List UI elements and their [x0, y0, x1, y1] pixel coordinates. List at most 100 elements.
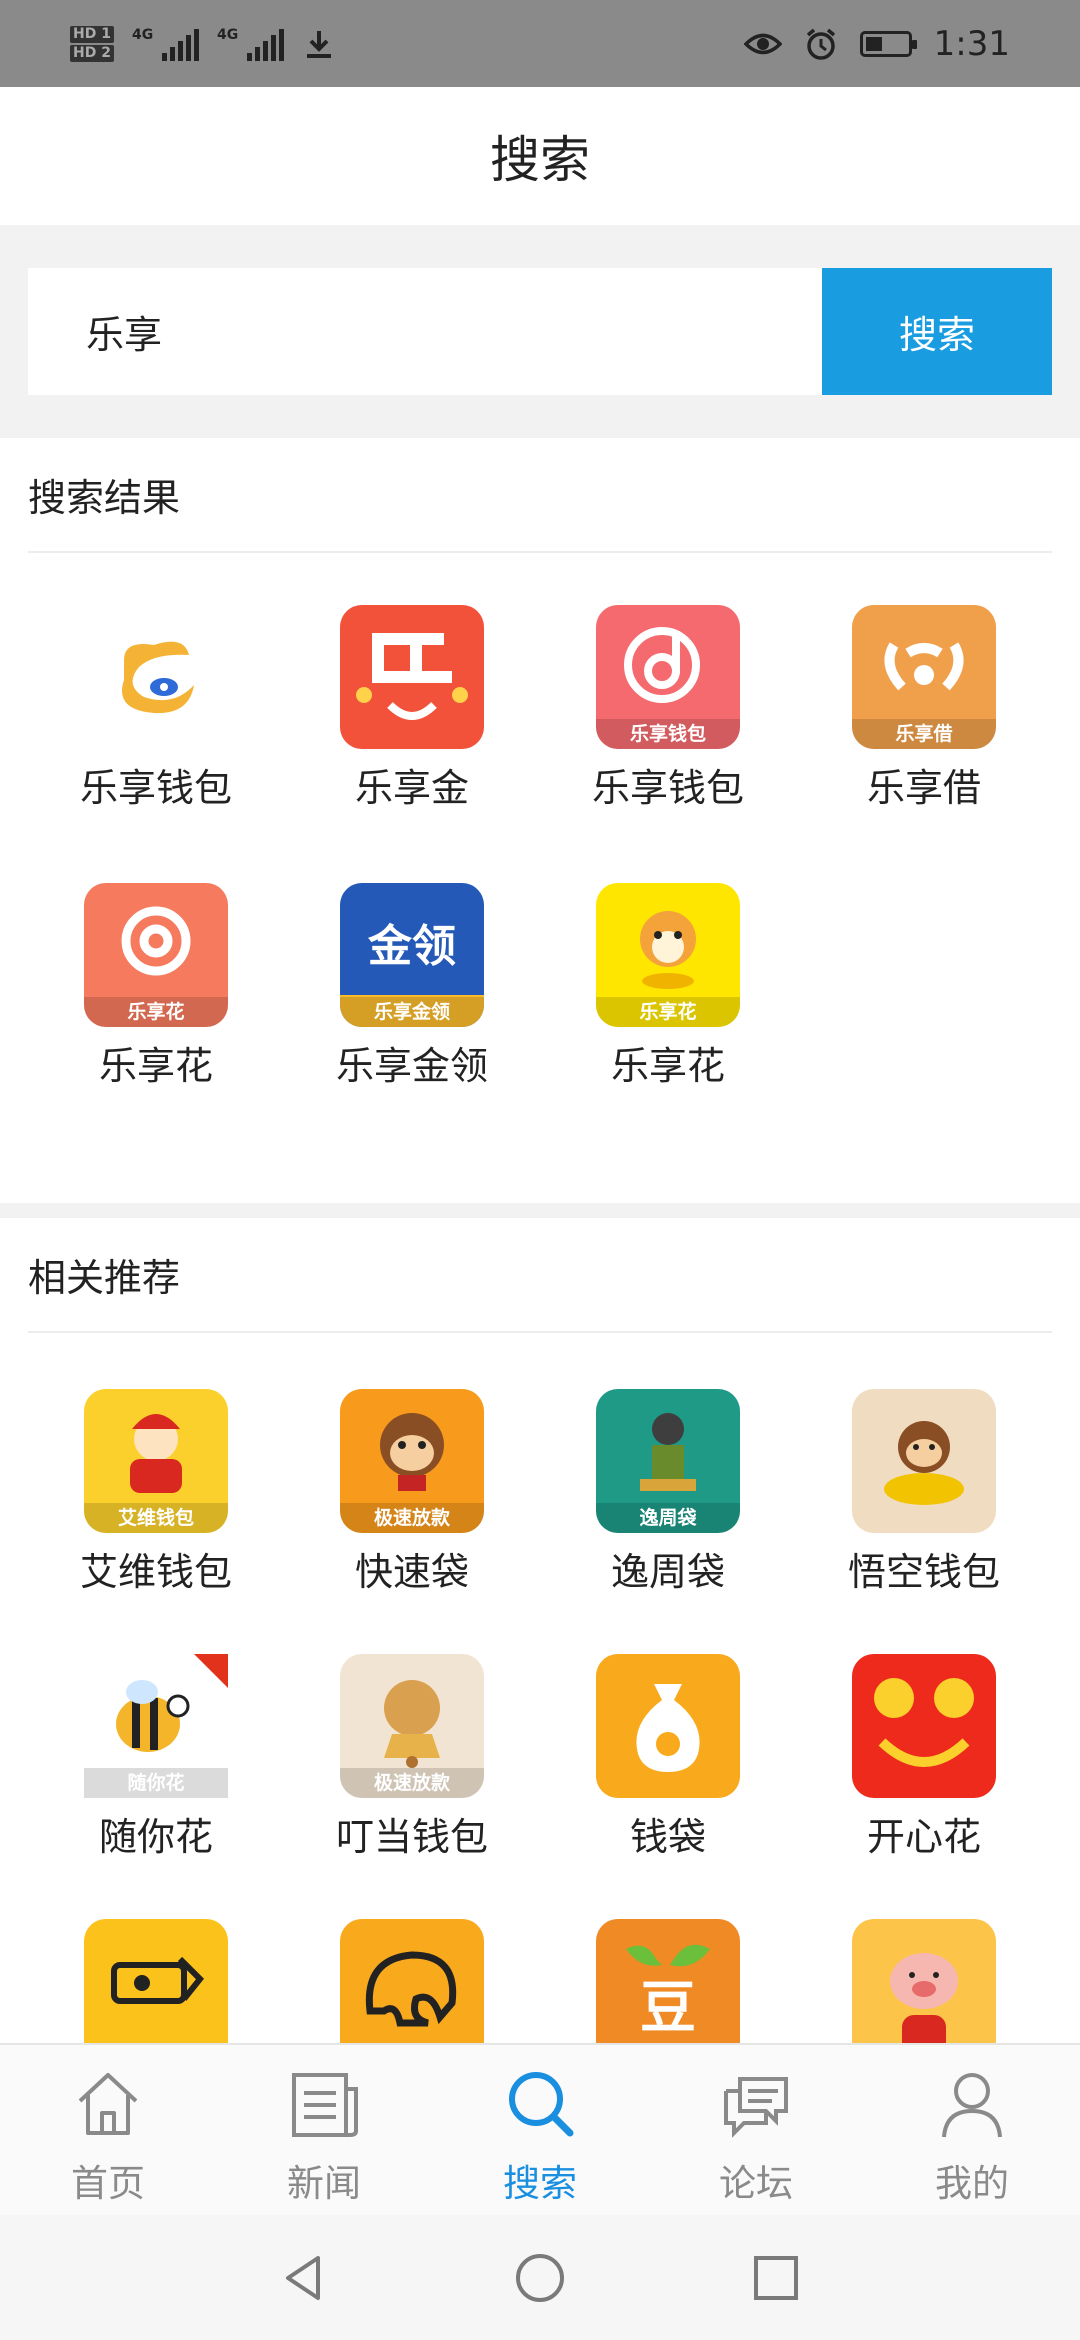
jinling-logo-icon: 金领 乐享金领: [340, 883, 484, 1027]
recommend-app-tile[interactable]: 随你花 随你花: [28, 1654, 284, 1861]
recommend-app-tile[interactable]: 悟空钱包: [796, 1389, 1052, 1596]
recents-nav-icon[interactable]: [748, 2250, 804, 2306]
app-name-label: 随你花: [98, 1815, 213, 1859]
status-bar: HD 1 HD 2 4G 4G 1:31: [0, 0, 1080, 87]
title-bar: 搜索: [0, 87, 1080, 225]
result-app-tile[interactable]: 乐享金: [284, 605, 540, 812]
money-bag-logo-icon: [596, 1654, 740, 1798]
bell-ox-logo-icon: 极速放款: [340, 1654, 484, 1798]
app-name-label: 乐享钱包: [591, 766, 744, 810]
svg-text:豆: 豆: [640, 1976, 696, 2041]
app-name-label: 乐享花: [98, 1044, 213, 1088]
system-nav: [0, 2215, 1080, 2340]
recommend-app-tile[interactable]: 逸周袋 逸周袋: [540, 1389, 796, 1596]
cash-hand-logo-icon: [84, 1919, 228, 2043]
battery-icon: [859, 30, 917, 57]
result-app-tile[interactable]: 乐享花 乐享花: [540, 883, 796, 1090]
music-note-d-logo-icon: 乐享钱包: [596, 605, 740, 749]
search-input[interactable]: 乐享: [28, 268, 822, 395]
recommend-app-tile[interactable]: 开心花: [796, 1654, 1052, 1861]
nav-label: 首页: [71, 2162, 145, 2205]
result-app-tile[interactable]: 乐享钱包: [28, 605, 284, 812]
svg-text:金领: 金领: [367, 921, 456, 972]
page-title: 搜索: [490, 131, 590, 189]
elephant-logo-icon: [340, 1919, 484, 2043]
screen: HD 1 HD 2 4G 4G 1:31 搜索 乐享 搜索 搜索结果 乐享钱包 …: [0, 0, 1080, 2340]
bee-logo-icon: 随你花: [84, 1654, 228, 1798]
recommend-app-tile[interactable]: 极速放款 快速袋: [284, 1389, 540, 1596]
search-results-heading: 搜索结果: [28, 438, 1052, 553]
app-name-label: 乐享金领: [335, 1044, 488, 1088]
nav-item-search[interactable]: 搜索: [432, 2045, 648, 2215]
app-name-label: 乐享钱包: [79, 766, 232, 810]
nav-label: 我的: [935, 2162, 1009, 2205]
recommend-app-tile[interactable]: 豆: [540, 1919, 796, 2043]
recommend-app-tile[interactable]: [284, 1919, 540, 2043]
nav-label: 论坛: [719, 2162, 793, 2205]
net1-label: 4G: [131, 26, 154, 43]
wifi-coin-logo-icon: 乐享借: [852, 605, 996, 749]
nav-item-news[interactable]: 新闻: [216, 2045, 432, 2215]
monkey-king-logo-icon: [852, 1389, 996, 1533]
recommend-app-tile[interactable]: 艾维钱包 艾维钱包: [28, 1389, 284, 1596]
app-name-label: 艾维钱包: [79, 1550, 232, 1594]
shiba-dog-logo-icon: 乐享花: [596, 883, 740, 1027]
monkey-logo-icon: 极速放款: [340, 1389, 484, 1533]
signal-1-icon: 4G: [132, 27, 199, 61]
warrior-logo-icon: 逸周袋: [596, 1389, 740, 1533]
app-name-label: 钱袋: [629, 1815, 706, 1859]
nav-label: 新闻: [287, 2162, 361, 2205]
nav-label: 搜索: [503, 2162, 577, 2205]
app-name-label: 快速袋: [354, 1550, 469, 1594]
icon-badge-text: 极速放款: [340, 1768, 484, 1798]
nav-item-forum[interactable]: 论坛: [648, 2045, 864, 2215]
app-name-label: 乐享花: [610, 1044, 725, 1088]
forum-icon: [716, 2063, 796, 2147]
icon-badge-text: 乐享花: [84, 997, 228, 1027]
signal-2-icon: 4G: [217, 27, 284, 61]
icon-badge-text: 逸周袋: [596, 1503, 740, 1533]
recommend-app-tile[interactable]: 极速放款 叮当钱包: [284, 1654, 540, 1861]
home-nav-icon[interactable]: [512, 2250, 568, 2306]
swirl-coin-logo-icon: [84, 605, 228, 749]
app-name-label: 乐享金: [354, 766, 469, 810]
nav-item-profile[interactable]: 我的: [864, 2045, 1080, 2215]
recommend-heading: 相关推荐: [28, 1218, 1052, 1333]
hd-indicator: HD 1 HD 2: [70, 25, 114, 63]
hd2-label: HD 2: [70, 44, 114, 62]
recommend-app-tile[interactable]: [28, 1919, 284, 2043]
icon-badge-text: 乐享钱包: [596, 719, 740, 749]
bean-sprout-logo-icon: 豆: [596, 1919, 740, 2043]
le-smile-logo-icon: [340, 605, 484, 749]
icon-badge-text: 乐享花: [596, 997, 740, 1027]
recommend-app-tile[interactable]: [796, 1919, 1052, 2043]
back-nav-icon[interactable]: [276, 2250, 332, 2306]
result-app-tile[interactable]: 金领 乐享金领 乐享金领: [284, 883, 540, 1090]
nav-item-home[interactable]: 首页: [0, 2045, 216, 2215]
search-icon: [500, 2063, 580, 2147]
alarm-icon: [806, 28, 835, 60]
pig-logo-icon: [852, 1919, 996, 2043]
profile-icon: [932, 2063, 1012, 2147]
net2-label: 4G: [216, 26, 239, 43]
result-app-tile[interactable]: 乐享花 乐享花: [28, 883, 284, 1090]
result-app-tile[interactable]: 乐享钱包 乐享钱包: [540, 605, 796, 812]
eye-icon: [743, 33, 782, 54]
icon-badge-text: 随你花: [84, 1768, 228, 1798]
download-icon: [306, 30, 331, 58]
icon-badge-text: 艾维钱包: [84, 1503, 228, 1533]
app-name-label: 悟空钱包: [847, 1550, 1000, 1594]
fortune-god-logo-icon: 艾维钱包: [84, 1389, 228, 1533]
search-row: 乐享 搜索: [28, 268, 1052, 395]
app-name-label: 逸周袋: [610, 1550, 725, 1594]
flower-logo-icon: 乐享花: [84, 883, 228, 1027]
result-app-tile[interactable]: 乐享借 乐享借: [796, 605, 1052, 812]
icon-badge-text: 乐享金领: [340, 997, 484, 1027]
search-button[interactable]: 搜索: [822, 268, 1052, 395]
hd1-label: HD 1: [70, 25, 114, 43]
search-results-section: 搜索结果 乐享钱包 乐享金 乐享钱包 乐享钱包 乐享借 乐享借 乐享花 乐享花 金领 乐享金领 乐享…: [0, 438, 1080, 1203]
app-name-label: 叮当钱包: [335, 1815, 488, 1859]
icon-badge-text: 乐享借: [852, 719, 996, 749]
recommend-section: 相关推荐 艾维钱包 艾维钱包 极速放款 快速袋 逸周袋 逸周袋 悟空钱包 随你花 随你花 极速放款…: [0, 1218, 1080, 2043]
recommend-app-tile[interactable]: 钱袋: [540, 1654, 796, 1861]
